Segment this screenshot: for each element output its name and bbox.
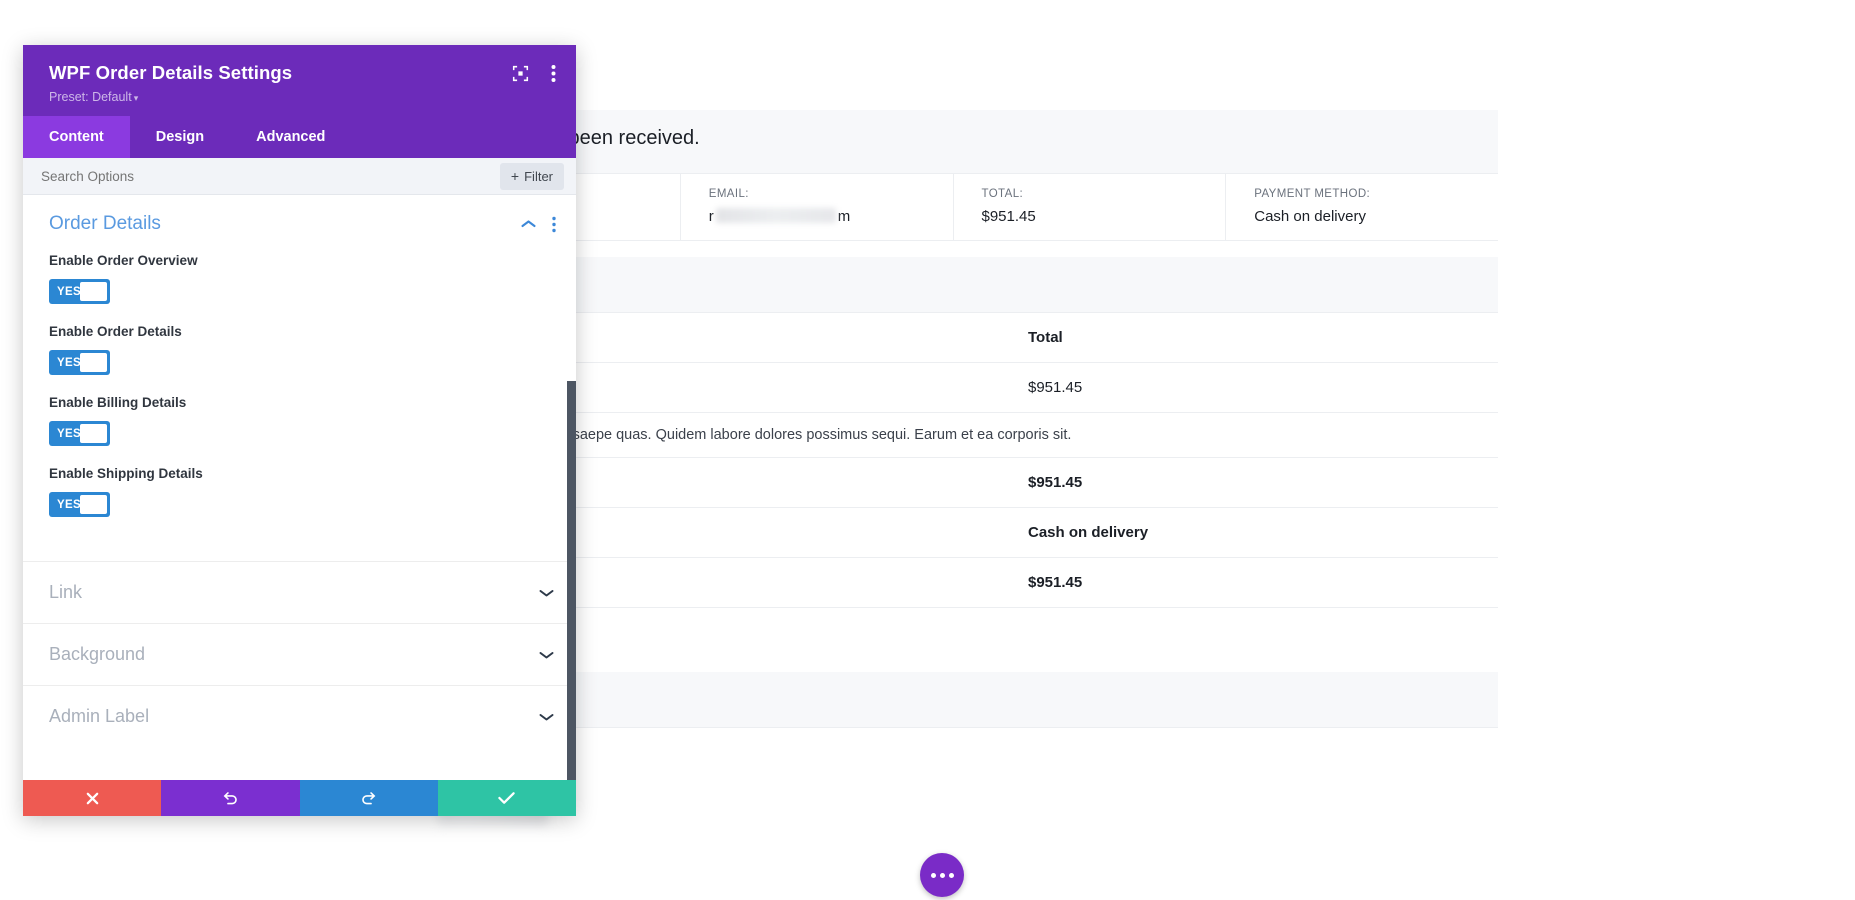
field-enable-order-overview: Enable Order Overview YES (23, 247, 576, 318)
overview-label-email: EMAIL: (708, 188, 749, 200)
chevron-down-icon (539, 712, 554, 722)
dot-icon (930, 872, 936, 878)
filter-button[interactable]: + Filter (499, 162, 564, 190)
field-label: Enable Billing Details (49, 395, 187, 410)
modal-tabs: Content Design Advanced (23, 116, 576, 158)
section-title: Link (49, 582, 83, 602)
redo-icon (362, 791, 376, 804)
table-cell-payment-method: Cash on delivery (1028, 524, 1149, 541)
table-cell-grand-total: $951.45 (1028, 574, 1083, 591)
save-button[interactable] (437, 780, 576, 816)
option-group-actions (521, 216, 556, 233)
redacted-email-blur (715, 208, 836, 223)
dot-icon (939, 872, 945, 878)
modal-header-actions (512, 64, 556, 83)
section-admin-label[interactable]: Admin Label (23, 685, 576, 747)
field-enable-billing-details: Enable Billing Details YES (23, 389, 576, 460)
plus-icon: + (510, 168, 520, 184)
option-group-header-order-details[interactable]: Order Details (23, 195, 576, 247)
close-icon (86, 792, 98, 804)
vertical-dots-icon[interactable] (552, 216, 556, 233)
search-bar: + Filter (23, 158, 576, 195)
preset-selector[interactable]: Preset: Default ▾ (49, 90, 554, 104)
overview-cell-payment: PAYMENT METHOD: Cash on delivery (1225, 174, 1498, 240)
toggle-enable-shipping-details[interactable]: YES (49, 492, 110, 517)
email-prefix: r (708, 208, 714, 225)
email-suffix: m (837, 208, 851, 225)
tab-content[interactable]: Content (23, 116, 130, 158)
section-title: Background (49, 644, 146, 664)
field-enable-order-details: Enable Order Details YES (23, 318, 576, 389)
toggle-value: YES (57, 427, 81, 440)
chevron-up-icon[interactable] (521, 219, 536, 229)
overview-value-total: $951.45 (981, 208, 1036, 225)
option-group-title: Order Details (49, 213, 161, 234)
overview-value-payment: Cash on delivery (1254, 208, 1366, 225)
chevron-down-icon (539, 588, 554, 598)
field-enable-shipping-details: Enable Shipping Details YES (23, 460, 576, 531)
overview-cell-total: TOTAL: $951.45 (952, 174, 1226, 240)
preset-label: Preset: Default (49, 90, 132, 104)
settings-modal: WPF Order Details Settings Preset: Defau… (23, 45, 576, 816)
search-input[interactable] (41, 168, 500, 184)
section-title: Admin Label (49, 706, 150, 726)
fullscreen-icon[interactable] (512, 65, 529, 82)
toggle-enable-order-overview[interactable]: YES (49, 279, 110, 304)
undo-icon (223, 791, 237, 804)
toggle-enable-billing-details[interactable]: YES (49, 421, 110, 446)
section-link[interactable]: Link (23, 561, 576, 623)
toggle-knob (80, 353, 107, 372)
field-label: Enable Order Overview (49, 253, 198, 268)
redo-button[interactable] (299, 780, 438, 816)
toggle-value: YES (57, 356, 81, 369)
undo-button[interactable] (161, 780, 300, 816)
field-label: Enable Order Details (49, 324, 182, 339)
chevron-down-icon: ▾ (133, 93, 139, 103)
modal-scrollbar[interactable] (567, 381, 576, 780)
toggle-knob (80, 282, 107, 301)
modal-header: WPF Order Details Settings Preset: Defau… (23, 45, 576, 116)
cancel-button[interactable] (23, 780, 162, 816)
section-background[interactable]: Background (23, 623, 576, 685)
filter-button-label: Filter (524, 168, 553, 184)
tab-design[interactable]: Design (129, 116, 231, 158)
field-label: Enable Shipping Details (49, 466, 203, 481)
table-header-total: Total (1028, 329, 1063, 346)
toggle-enable-order-details[interactable]: YES (49, 350, 110, 375)
overview-label-total: TOTAL: (981, 188, 1024, 200)
table-cell-subtotal: $951.45 (1028, 474, 1083, 491)
check-icon (498, 792, 516, 804)
modal-title: WPF Order Details Settings (49, 62, 293, 83)
toggle-knob (80, 495, 107, 514)
more-options-fab[interactable] (920, 853, 964, 897)
modal-body: Order Details Enable Order Overview YES … (23, 195, 576, 780)
options-scroll-area: Order Details Enable Order Overview YES … (23, 195, 576, 780)
dot-icon (948, 872, 954, 878)
vertical-dots-icon[interactable] (551, 64, 556, 83)
overview-label-payment: PAYMENT METHOD: (1254, 188, 1371, 200)
toggle-value: YES (57, 285, 81, 298)
toggle-knob (80, 424, 107, 443)
tab-advanced[interactable]: Advanced (230, 116, 352, 158)
overview-cell-email: EMAIL: rm (679, 174, 953, 240)
toggle-value: YES (57, 498, 81, 511)
modal-footer (23, 780, 576, 816)
chevron-down-icon (539, 650, 554, 660)
table-cell-total: $951.45 (1028, 379, 1083, 396)
overview-value-email: rm (709, 208, 953, 225)
